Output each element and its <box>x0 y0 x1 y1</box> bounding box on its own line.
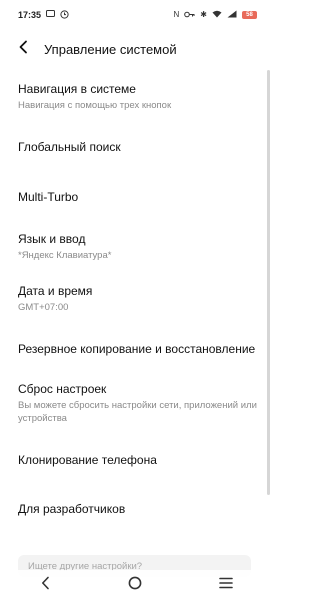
setting-subtitle: Навигация с помощью трех кнопок <box>18 100 172 111</box>
back-button[interactable] <box>8 34 38 64</box>
setting-title: Глобальный поиск <box>18 140 121 154</box>
status-bar-right: N ✱ 58 <box>174 10 257 20</box>
setting-developer[interactable]: Для разработчиков <box>18 502 261 517</box>
system-management-screen: 17:35 N ✱ 58 Управление системой Навигац… <box>0 0 271 600</box>
status-time: 17:35 <box>18 10 42 20</box>
setting-multi-turbo[interactable]: Multi-Turbo <box>18 190 261 205</box>
nav-recents-button[interactable] <box>206 570 246 600</box>
setting-title: Навигация в системе <box>18 82 136 96</box>
scrollbar[interactable] <box>267 70 270 495</box>
nav-recents-icon <box>219 576 233 594</box>
message-icon <box>46 10 56 20</box>
nav-back-button[interactable] <box>25 570 65 600</box>
setting-backup-restore[interactable]: Резервное копирование и восстановление <box>18 342 261 357</box>
status-bar-left: 17:35 <box>18 9 69 21</box>
bluetooth-icon: ✱ <box>200 10 207 19</box>
setting-language-input[interactable]: Язык и ввод *Яндекс Клавиатура* <box>18 232 261 262</box>
setting-title: Резервное копирование и восстановление <box>18 342 256 356</box>
setting-global-search[interactable]: Глобальный поиск <box>18 140 261 155</box>
nav-home-icon <box>128 576 142 595</box>
nav-home-button[interactable] <box>115 570 155 600</box>
setting-subtitle: *Яндекс Клавиатура* <box>18 250 112 261</box>
setting-title: Для разработчиков <box>18 502 126 516</box>
system-nav-bar <box>0 570 271 600</box>
setting-title: Multi-Turbo <box>18 190 79 204</box>
chevron-left-icon <box>18 40 28 59</box>
setting-title: Дата и время <box>18 284 93 298</box>
setting-reset[interactable]: Сброс настроек Вы можете сбросить настро… <box>18 382 261 425</box>
setting-title: Клонирование телефона <box>18 453 157 467</box>
setting-phone-clone[interactable]: Клонирование телефона <box>18 453 261 468</box>
nfc-icon: N <box>173 10 180 19</box>
wifi-icon <box>212 10 222 20</box>
page-title: Управление системой <box>44 41 177 57</box>
setting-subtitle: GMT+07:00 <box>18 302 69 313</box>
setting-title: Язык и ввод <box>18 232 86 246</box>
setting-title: Сброс настроек <box>18 382 107 396</box>
app-header: Управление системой <box>0 34 271 64</box>
key-icon <box>184 10 195 20</box>
setting-date-time[interactable]: Дата и время GMT+07:00 <box>18 284 261 314</box>
signal-icon <box>227 10 237 20</box>
status-bar: 17:35 N ✱ 58 <box>0 0 271 30</box>
setting-navigation[interactable]: Навигация в системе Навигация с помощью … <box>18 82 261 112</box>
nav-back-icon <box>41 576 50 595</box>
alarm-icon <box>60 9 69 21</box>
battery-icon: 58 <box>242 11 257 19</box>
setting-subtitle: Вы можете сбросить настройки сети, прило… <box>18 400 257 424</box>
